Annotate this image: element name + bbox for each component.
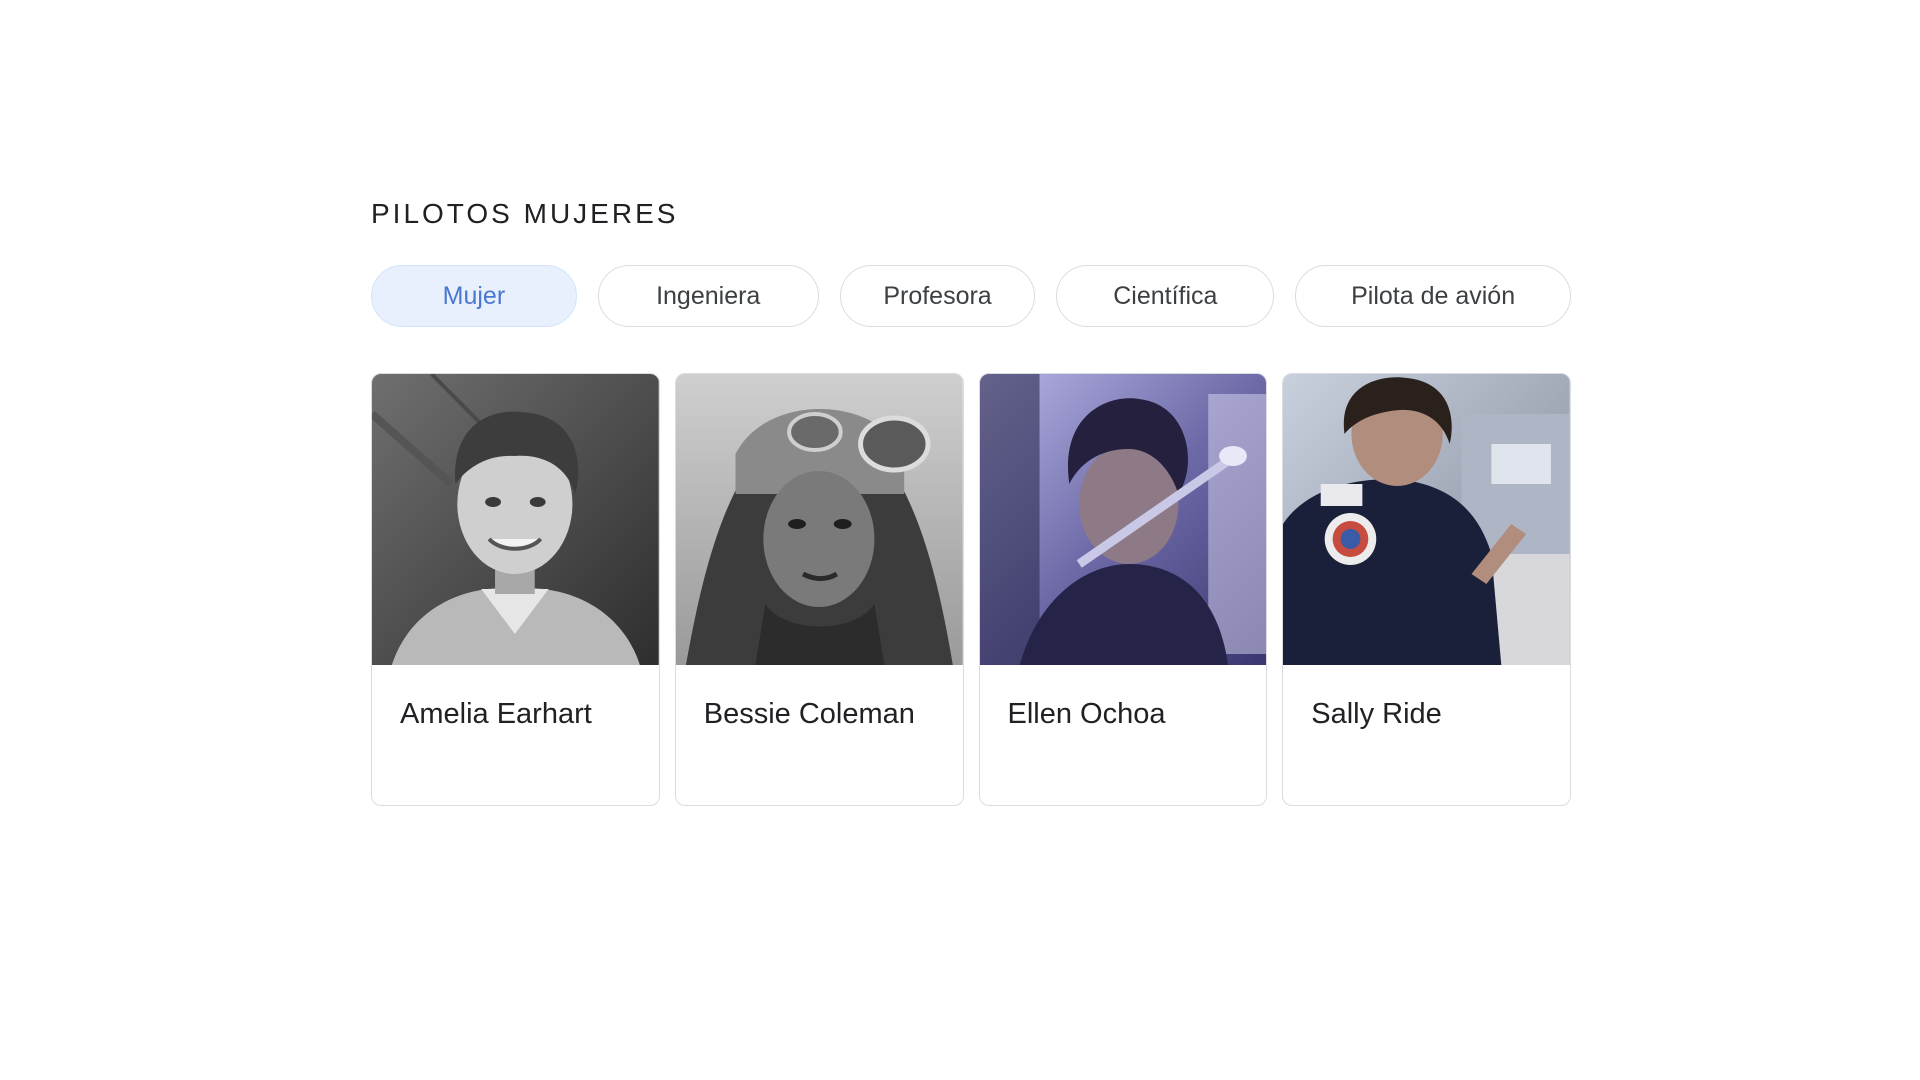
card-name: Ellen Ochoa xyxy=(1007,698,1166,730)
card-name: Bessie Coleman xyxy=(703,698,915,730)
card-bessie-coleman[interactable]: Bessie Coleman xyxy=(674,373,964,806)
card-sally-ride[interactable]: Sally Ride xyxy=(1282,373,1571,806)
women-pilots-section: PILOTOS MUJERES Mujer Ingeniera Profesor… xyxy=(371,196,1571,806)
chip-pilota-de-avion[interactable]: Pilota de avión xyxy=(1295,265,1571,327)
photo-ellen-ochoa xyxy=(979,374,1267,665)
card-ellen-ochoa[interactable]: Ellen Ochoa xyxy=(978,373,1268,806)
card-name: Amelia Earhart xyxy=(400,698,592,730)
photo-amelia-earhart xyxy=(372,374,659,665)
photo-bessie-coleman xyxy=(675,374,963,665)
chip-ingeniera[interactable]: Ingeniera xyxy=(597,265,819,327)
card-name: Sally Ride xyxy=(1311,698,1442,730)
chip-cientifica[interactable]: Científica xyxy=(1056,265,1275,327)
card-amelia-earhart[interactable]: Amelia Earhart xyxy=(371,373,660,806)
chip-mujer[interactable]: Mujer xyxy=(371,265,577,327)
person-cards: Amelia Earhart Bessie Coleman Ellen Ocho… xyxy=(371,373,1571,806)
section-title: PILOTOS MUJERES xyxy=(371,198,679,229)
chip-profesora[interactable]: Profesora xyxy=(839,265,1036,327)
page: PILOTOS MUJERES Mujer Ingeniera Profesor… xyxy=(0,0,1920,1080)
photo-sally-ride xyxy=(1283,374,1570,665)
filter-chips: Mujer Ingeniera Profesora Científica Pil… xyxy=(371,265,1571,327)
